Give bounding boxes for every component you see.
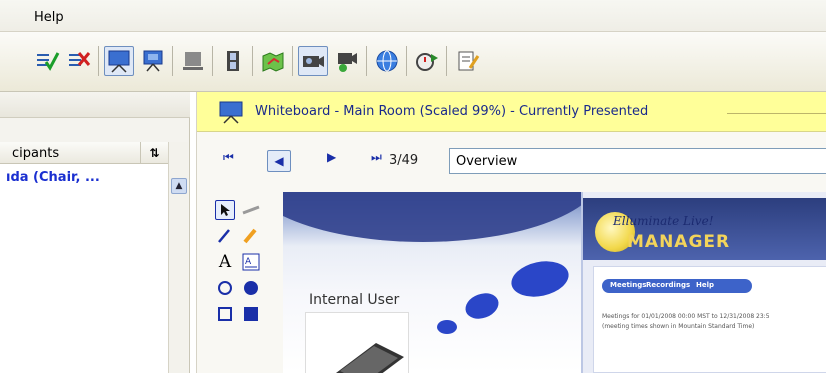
- app-share-icon[interactable]: [178, 46, 208, 76]
- participants-list: cipants ⇅ ıda (Chair, ...: [0, 142, 168, 373]
- last-page-icon[interactable]: ⏭: [371, 150, 382, 165]
- internal-user-image: [305, 312, 409, 373]
- rectangle-tool-icon[interactable]: [215, 304, 235, 324]
- slide-swoosh-graphic: [283, 192, 603, 242]
- menu-help[interactable]: Help: [34, 10, 64, 25]
- page-counter: 3/49: [389, 153, 419, 168]
- pen-tool-icon[interactable]: [215, 226, 235, 246]
- slide-bubble: [461, 288, 503, 324]
- participants-column-header[interactable]: cipants ⇅: [0, 142, 168, 164]
- meetings-timezone-note: (meeting times shown in Mountain Standar…: [602, 323, 755, 330]
- film-icon[interactable]: [218, 46, 248, 76]
- scroll-up-icon[interactable]: ▲: [171, 178, 187, 194]
- notes-icon[interactable]: [452, 46, 482, 76]
- raise-hand-deny-icon[interactable]: [64, 46, 94, 76]
- main-toolbar: [0, 32, 826, 92]
- participant-row[interactable]: ıda (Chair, ...: [6, 170, 100, 185]
- manager-tabs: Meetings Recordings Help: [602, 279, 752, 293]
- next-page-icon[interactable]: ▶: [327, 150, 336, 164]
- filled-rectangle-tool-icon[interactable]: [241, 304, 261, 324]
- whiteboard-canvas[interactable]: Internal User Elluminate Live! MANAGER M…: [283, 192, 826, 373]
- tab-help: Help: [696, 281, 715, 289]
- toolbar-separator: [292, 46, 293, 76]
- participants-pane-header: [0, 92, 190, 118]
- whiteboard-header: Whiteboard - Main Room (Scaled 99%) - Cu…: [197, 92, 826, 132]
- toolbar-separator: [446, 46, 447, 76]
- whiteboard-icon: [219, 101, 243, 124]
- toolbar-separator: [252, 46, 253, 76]
- toolbar-separator: [172, 46, 173, 76]
- toolbar-separator: [98, 46, 99, 76]
- web-tour-icon[interactable]: [372, 46, 402, 76]
- elluminate-manager-screenshot: Elluminate Live! MANAGER Meetings Record…: [581, 192, 826, 373]
- raise-hand-approve-icon[interactable]: [32, 46, 62, 76]
- manager-product-text: MANAGER: [627, 232, 731, 252]
- toolbar-separator: [366, 46, 367, 76]
- filled-ellipse-tool-icon[interactable]: [241, 278, 261, 298]
- whiteboard-panel: Whiteboard - Main Room (Scaled 99%) - Cu…: [196, 92, 826, 373]
- participants-panel: cipants ⇅ ıda (Chair, ... ▲: [0, 92, 190, 373]
- text-editor-tool-icon[interactable]: A: [241, 252, 261, 272]
- tab-meetings: Meetings: [610, 281, 647, 289]
- toolbar-separator: [406, 46, 407, 76]
- whiteboard-title: Whiteboard - Main Room (Scaled 99%) - Cu…: [255, 104, 649, 119]
- manager-content: Meetings Recordings Help Meetings for 01…: [593, 266, 826, 373]
- whiteboard-present-icon[interactable]: [104, 46, 134, 76]
- participants-header-label: cipants: [12, 146, 60, 161]
- internal-user-label: Internal User: [309, 292, 400, 308]
- video-camera-alt-icon[interactable]: [332, 46, 362, 76]
- text-tool-icon[interactable]: A: [215, 252, 235, 272]
- page-navigation: ⏮ ◀ ▶ ⏭ 3/49 Overview: [211, 148, 826, 176]
- timer-icon[interactable]: [412, 46, 442, 76]
- highlighter-tool-icon[interactable]: [241, 226, 261, 246]
- line-tool-icon[interactable]: [241, 200, 261, 220]
- video-camera-icon[interactable]: [298, 46, 328, 76]
- header-divider: [727, 113, 826, 114]
- pointer-tool-icon[interactable]: [215, 200, 235, 220]
- page-title-field[interactable]: Overview: [449, 148, 826, 174]
- sort-icon[interactable]: ⇅: [140, 142, 168, 164]
- toolbar-separator: [212, 46, 213, 76]
- meetings-date-range: Meetings for 01/01/2008 00:00 MST to 12/…: [602, 313, 770, 320]
- elluminate-logo: Elluminate Live! MANAGER: [583, 198, 826, 260]
- map-icon[interactable]: [258, 46, 288, 76]
- elluminate-brand-text: Elluminate Live!: [613, 214, 714, 228]
- drawing-tools: A A: [213, 200, 283, 373]
- participants-scrollbar[interactable]: ▲: [168, 142, 188, 373]
- first-page-icon[interactable]: ⏮: [223, 150, 234, 165]
- whiteboard-present-alt-icon[interactable]: [138, 46, 168, 76]
- ellipse-tool-icon[interactable]: [215, 278, 235, 298]
- previous-page-button[interactable]: ◀: [267, 150, 291, 172]
- tab-recordings: Recordings: [646, 281, 691, 289]
- menu-bar: Help: [0, 0, 826, 32]
- svg-text:A: A: [245, 257, 252, 267]
- slide-bubble: [437, 320, 457, 334]
- slide-bubble: [508, 256, 572, 302]
